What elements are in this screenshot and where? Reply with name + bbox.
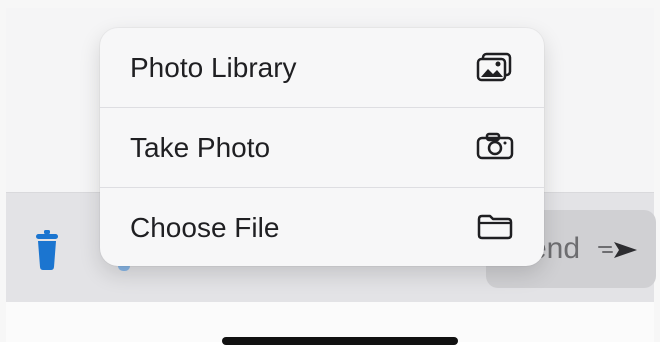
photo-library-icon (476, 52, 512, 82)
menu-item-take-photo[interactable]: Take Photo (100, 108, 544, 188)
trash-icon (36, 230, 58, 270)
bottom-safe-area (6, 302, 654, 342)
menu-item-take-photo-label: Take Photo (130, 132, 271, 163)
menu-item-photo-library[interactable]: Photo Library (100, 28, 544, 108)
menu-item-photo-library-label: Photo Library (130, 52, 297, 83)
trash-button[interactable] (28, 226, 66, 274)
send-arrow-icon (598, 242, 637, 258)
attachment-menu: Photo Library Take Photo Choose File (100, 28, 544, 266)
menu-item-choose-file[interactable]: Choose File (100, 188, 544, 266)
menu-item-choose-file-label: Choose File (130, 212, 280, 243)
home-indicator (222, 337, 458, 345)
folder-icon (477, 214, 513, 240)
camera-icon (476, 132, 514, 160)
